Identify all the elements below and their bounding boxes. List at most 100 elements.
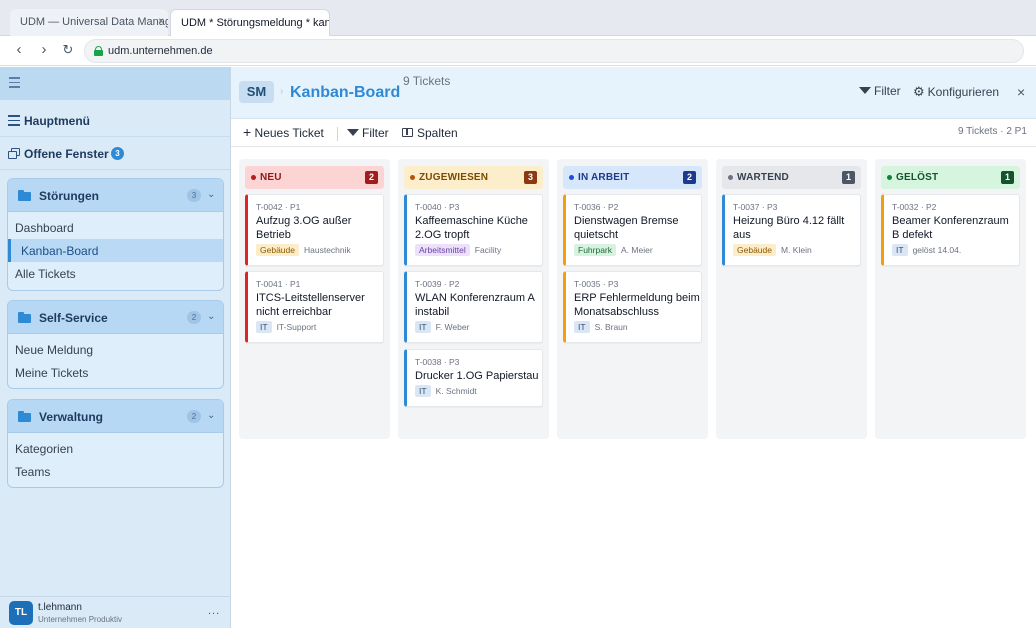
configure-button[interactable]: ⚙ Konfigurieren — [913, 84, 999, 100]
new-ticket-button[interactable]: + Neues Ticket — [243, 125, 324, 140]
url-field[interactable]: udm.unternehmen.de — [84, 39, 1024, 63]
ticket-count: 9 Tickets — [403, 74, 451, 88]
column-header: GELÖST 1 — [881, 166, 1020, 189]
sidebar-item-kanban-board[interactable]: Kanban-Board — [8, 239, 223, 262]
folder-icon — [18, 190, 31, 201]
folder-icon — [18, 312, 31, 323]
ticket-summary: 9 Tickets · 2 P1 — [958, 126, 1027, 137]
browser-tab-active[interactable]: UDM * Störungsmeldung * kanb... — [170, 9, 330, 36]
status-dot-icon — [251, 175, 256, 180]
nav-group-stoerungen: Störungen 3 ⌄ Dashboard Kanban-Board All… — [7, 178, 224, 291]
sidebar-topbar — [0, 67, 230, 100]
chevron-down-icon[interactable]: ⌄ — [207, 311, 215, 322]
chevron-down-icon[interactable]: ⌄ — [207, 189, 215, 200]
group-count: 3 — [187, 189, 201, 202]
ticket-meta: IT S. Braun — [574, 321, 628, 333]
column-title: ZUGEWIESEN — [419, 172, 489, 183]
ticket-id: T-0038 · P3 — [415, 357, 460, 367]
ticket-assignee: F. Weber — [435, 322, 470, 332]
kanban-column: ZUGEWIESEN 3 T-0040 · P3 Kaffeemaschine Küc… — [398, 159, 549, 439]
new-ticket-label: Neues Ticket — [254, 126, 324, 140]
address-bar: ‹ › ↻ udm.unternehmen.de — [0, 36, 1036, 66]
back-icon[interactable]: ‹ — [10, 41, 28, 59]
tab-close-icon[interactable]: × — [158, 16, 164, 27]
column-count-badge: 3 — [524, 171, 537, 184]
ticket-assignee: M. Klein — [780, 245, 812, 255]
ticket-card[interactable]: T-0032 · P2 Beamer Konferenzraum B defekt… — [881, 194, 1020, 266]
close-icon[interactable]: × — [1017, 84, 1025, 100]
lock-icon — [94, 46, 103, 56]
nav-group-verwaltung: Verwaltung 2 ⌄ Kategorien Teams — [7, 399, 224, 488]
module-badge: SM — [239, 81, 274, 103]
columns-icon — [402, 128, 413, 138]
kanban-column: NEU 2 T-0042 · P1 Aufzug 3.OG außer Betrieb… — [239, 159, 390, 439]
sidebar-main-menu[interactable]: Hauptmenü — [0, 104, 230, 137]
column-title: WARTEND — [737, 172, 789, 183]
user-panel[interactable]: TL t.lehmann Unternehmen Produktiv ... — [0, 596, 230, 628]
column-header: ZUGEWIESEN 3 — [404, 166, 543, 189]
category-tag: Gebäude — [256, 244, 299, 256]
ticket-title: Dienstwagen Bremse quietscht — [574, 215, 679, 241]
toolbar-filter-button[interactable]: Filter — [347, 126, 389, 140]
ticket-card[interactable]: T-0038 · P3 Drucker 1.OG Papierstau IT K. S… — [404, 349, 543, 407]
sidebar-open-windows[interactable]: Offene Fenster 3 — [0, 137, 230, 170]
user-org: Unternehmen Produktiv — [38, 615, 123, 624]
ticket-title: Kaffeemaschine Küche 2.OG tropft — [415, 215, 528, 241]
group-header[interactable]: Verwaltung 2 ⌄ — [8, 400, 223, 433]
open-windows-badge: 3 — [111, 147, 124, 160]
column-title: GELÖST — [896, 172, 939, 183]
more-icon[interactable]: ... — [208, 605, 220, 617]
ticket-assignee: A. Meier — [621, 245, 653, 255]
ticket-id: T-0037 · P3 — [733, 202, 778, 212]
ticket-meta: Fuhrpark A. Meier — [574, 244, 653, 256]
chevron-down-icon[interactable]: ⌄ — [207, 410, 215, 421]
sidebar-item-meine-tickets[interactable]: Meine Tickets — [8, 361, 223, 384]
page-title: Kanban-Board — [290, 84, 401, 101]
sidebar-item-kategorien[interactable]: Kategorien — [8, 437, 223, 460]
category-tag: IT — [574, 321, 590, 333]
ticket-id: T-0040 · P3 — [415, 202, 460, 212]
folder-icon — [18, 411, 31, 422]
group-count: 2 — [187, 311, 201, 324]
chevron-right-icon: › — [280, 86, 284, 97]
ticket-title: Beamer Konferenzraum B defekt — [892, 215, 1009, 241]
reload-icon[interactable]: ↻ — [59, 41, 77, 59]
column-header: IN ARBEIT 2 — [563, 166, 702, 189]
sidebar-item-alle-tickets[interactable]: Alle Tickets — [8, 262, 223, 285]
ticket-card[interactable]: T-0036 · P2 Dienstwagen Bremse quietscht F… — [563, 194, 702, 266]
browser-tab-label: UDM * Störungsmeldung * kanb... — [181, 17, 330, 29]
ticket-id: T-0035 · P3 — [574, 279, 619, 289]
group-header[interactable]: Self-Service 2 ⌄ — [8, 301, 223, 334]
ticket-card[interactable]: T-0039 · P2 WLAN Konferenzraum A instabil… — [404, 271, 543, 343]
ticket-card[interactable]: T-0041 · P1 ITCS-Leitstellenserver nicht … — [245, 271, 384, 343]
category-tag: IT — [415, 321, 431, 333]
sidebar-item-dashboard[interactable]: Dashboard — [8, 216, 223, 239]
header-filter-button[interactable]: Filter — [859, 84, 901, 98]
group-label: Self-Service — [39, 311, 108, 325]
sidebar-item-neue-meldung[interactable]: Neue Meldung — [8, 338, 223, 361]
ticket-card[interactable]: T-0035 · P3 ERP Fehlermeldung beim Monats… — [563, 271, 702, 343]
columns-button[interactable]: Spalten — [402, 126, 458, 140]
kanban-column: WARTEND 1 T-0037 · P3 Heizung Büro 4.12 fäl… — [716, 159, 867, 439]
browser-tab-label: UDM — Universal Data Manag... — [20, 16, 168, 28]
columns-label: Spalten — [417, 126, 458, 140]
ticket-id: T-0036 · P2 — [574, 202, 619, 212]
hamburger-icon[interactable] — [9, 77, 20, 88]
ticket-title: ERP Fehlermeldung beim Monatsabschluss — [574, 292, 700, 318]
ticket-assignee: gelöst 14.04. — [912, 245, 962, 255]
column-title: IN ARBEIT — [578, 172, 630, 183]
ticket-title: Drucker 1.OG Papierstau — [415, 370, 539, 382]
group-label: Störungen — [39, 189, 99, 203]
ticket-card[interactable]: T-0040 · P3 Kaffeemaschine Küche 2.OG tro… — [404, 194, 543, 266]
forward-icon[interactable]: › — [35, 41, 53, 59]
gear-icon: ⚙ — [913, 84, 925, 99]
ticket-meta: Gebäude Haustechnik — [256, 244, 351, 256]
sidebar-item-teams[interactable]: Teams — [8, 460, 223, 483]
status-dot-icon — [569, 175, 574, 180]
category-tag: Gebäude — [733, 244, 776, 256]
browser-tab[interactable]: UDM — Universal Data Manag... × — [10, 9, 168, 36]
ticket-card[interactable]: T-0037 · P3 Heizung Büro 4.12 fällt aus Ge… — [722, 194, 861, 266]
group-header[interactable]: Störungen 3 ⌄ — [8, 179, 223, 212]
ticket-assignee: Haustechnik — [303, 245, 351, 255]
ticket-card[interactable]: T-0042 · P1 Aufzug 3.OG außer Betrieb Gebä… — [245, 194, 384, 266]
